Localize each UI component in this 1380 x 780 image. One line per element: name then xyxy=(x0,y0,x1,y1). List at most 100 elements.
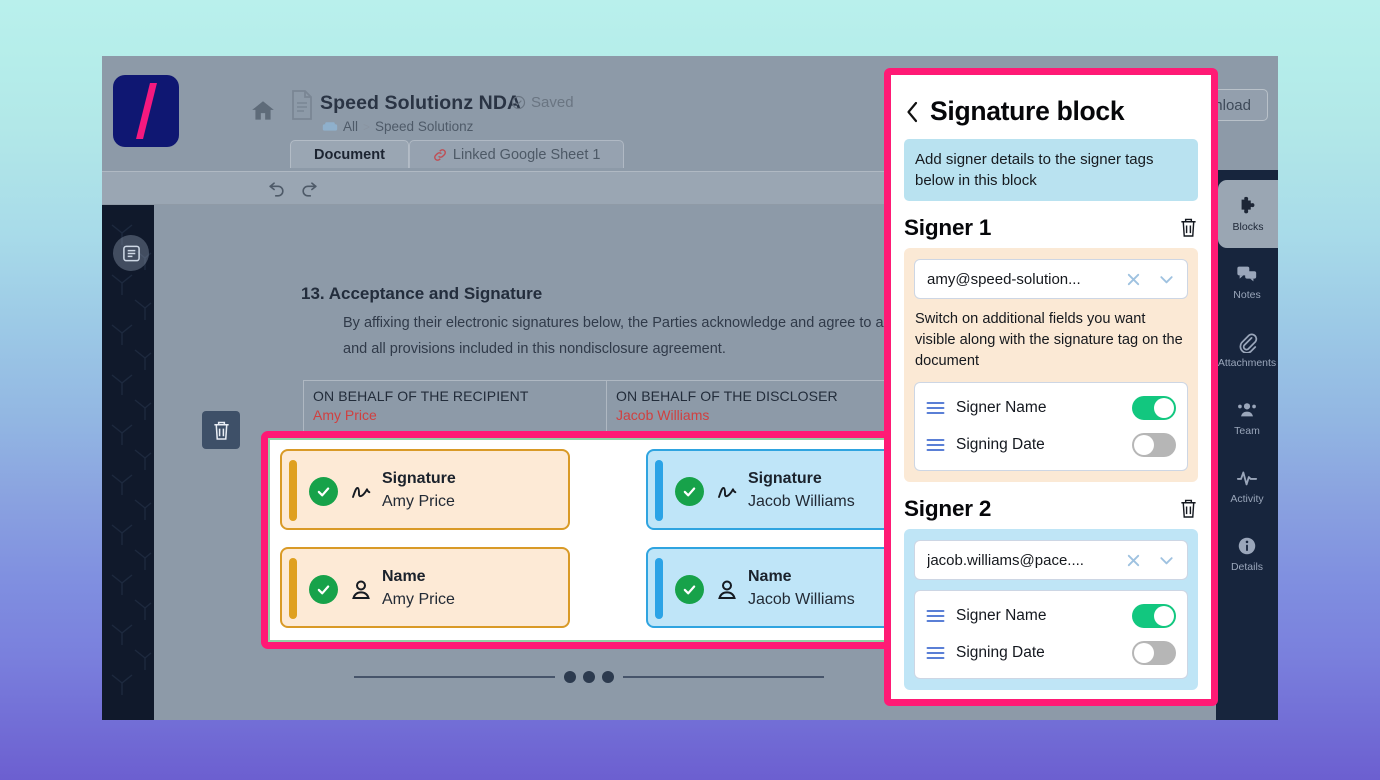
tag-accent-bar xyxy=(289,460,297,521)
outline-toggle-button[interactable] xyxy=(113,235,149,271)
tag-check-icon xyxy=(675,477,704,506)
tag-label: Signature xyxy=(382,470,456,487)
brand-logo[interactable] xyxy=(113,75,179,147)
behalf-name-recipient: Amy Price xyxy=(313,407,377,423)
tab-document[interactable]: Document xyxy=(290,140,409,168)
chevron-left-icon[interactable] xyxy=(904,100,921,124)
sidebar-item-blocks[interactable]: Blocks xyxy=(1218,180,1278,248)
signature-pen-icon xyxy=(714,479,740,505)
breadcrumb: All > Speed Solutionz xyxy=(322,119,473,134)
sidebar-item-notes[interactable]: Notes xyxy=(1216,248,1278,316)
section-paragraph: By affixing their electronic signatures … xyxy=(343,315,899,357)
page-break-dot xyxy=(602,671,614,683)
rail-pattern-decoration xyxy=(111,224,152,695)
breadcrumb-root[interactable]: All xyxy=(343,119,358,134)
delete-block-button[interactable] xyxy=(202,411,240,449)
tag-accent-bar xyxy=(655,460,663,521)
document-file-icon xyxy=(290,90,314,124)
sidebar-label-activity: Activity xyxy=(1230,493,1264,505)
panel-header: Signature block xyxy=(904,96,1198,127)
sidebar-label-blocks: Blocks xyxy=(1232,221,1264,233)
sidebar-item-attachments[interactable]: Attachments xyxy=(1216,316,1278,384)
tag-text-group: Name Amy Price xyxy=(382,566,455,612)
sidebar-label-notes: Notes xyxy=(1233,289,1261,301)
signer-2-signing-date-switch[interactable] xyxy=(1132,640,1176,665)
signer-1-email-value: amy@speed-solution... xyxy=(927,270,1081,288)
tag-value: Jacob Williams xyxy=(748,591,855,608)
switch-knob xyxy=(1134,642,1154,663)
link-icon xyxy=(433,148,447,162)
signer-2-email-select[interactable]: jacob.williams@pace.... xyxy=(914,540,1188,580)
behalf-label-discloser: ON BEHALF OF THE DISCLOSER xyxy=(616,388,838,404)
panel-hint: Add signer details to the signer tags be… xyxy=(904,139,1198,201)
undo-icon[interactable] xyxy=(267,180,286,199)
tab-linked-google-sheet-label: Linked Google Sheet 1 xyxy=(452,146,601,163)
signer-1-body: amy@speed-solution... Switch on addition… xyxy=(904,248,1198,482)
saved-check-icon xyxy=(511,95,526,110)
home-icon[interactable] xyxy=(250,98,276,120)
signature-block-highlight: Signature Amy Price Name Amy Price Signa… xyxy=(261,431,953,649)
signer-1-toggle-signer-name[interactable]: Signer Name xyxy=(926,389,1176,426)
drag-handle-icon[interactable] xyxy=(926,609,945,623)
signer-1-toggle-signing-date[interactable]: Signing Date xyxy=(926,426,1176,463)
drag-handle-icon[interactable] xyxy=(926,646,945,660)
chevron-down-icon[interactable] xyxy=(1158,552,1175,569)
breadcrumb-separator: > xyxy=(363,119,371,134)
saved-status: Saved xyxy=(511,94,574,111)
signature-tag-card[interactable]: Name Amy Price xyxy=(280,547,570,628)
clear-icon[interactable] xyxy=(1125,271,1142,288)
left-navigation-rail xyxy=(102,205,154,720)
chevron-down-icon[interactable] xyxy=(1158,271,1175,288)
page-break-line-right xyxy=(623,676,824,678)
signer-2-title: Signer 2 xyxy=(904,496,992,521)
signer-2-field-toggles: Signer Name Signing Date xyxy=(914,590,1188,679)
signer-1-signing-date-switch[interactable] xyxy=(1132,432,1176,457)
signer-2-body: jacob.williams@pace.... Signer Name Sign… xyxy=(904,529,1198,690)
tag-accent-bar xyxy=(655,558,663,619)
delete-signer-2-button[interactable] xyxy=(1179,498,1198,520)
paperclip-icon xyxy=(1236,331,1258,354)
signer-2-signer-name-switch[interactable] xyxy=(1132,603,1176,628)
clear-icon[interactable] xyxy=(1125,552,1142,569)
signer-2-toggle-signer-name[interactable]: Signer Name xyxy=(926,597,1176,634)
logo-slash-icon xyxy=(136,83,157,139)
trash-icon xyxy=(213,421,229,440)
page-break-line-left xyxy=(354,676,555,678)
signer-1-toggle-label: Signing Date xyxy=(956,435,1045,453)
person-icon xyxy=(714,577,740,603)
signature-block-panel: Signature block Add signer details to th… xyxy=(884,68,1218,706)
tag-label: Signature xyxy=(748,470,822,487)
signer-2-toggle-label: Signer Name xyxy=(956,606,1047,624)
signer-1-signer-name-switch[interactable] xyxy=(1132,395,1176,420)
sidebar-item-team[interactable]: Team xyxy=(1216,384,1278,452)
drive-icon xyxy=(322,121,338,133)
sidebar-item-details[interactable]: Details xyxy=(1216,520,1278,588)
signature-tag-card[interactable]: Signature Amy Price xyxy=(280,449,570,530)
breadcrumb-current[interactable]: Speed Solutionz xyxy=(375,119,473,134)
signer-1-toggle-label: Signer Name xyxy=(956,398,1047,416)
tab-linked-google-sheet[interactable]: Linked Google Sheet 1 xyxy=(408,140,625,168)
behalf-table: ON BEHALF OF THE RECIPIENT Amy Price ON … xyxy=(303,380,910,434)
page-break-dot xyxy=(564,671,576,683)
tab-document-label: Document xyxy=(314,146,385,163)
chat-icon xyxy=(1236,263,1258,285)
signer-1-email-select[interactable]: amy@speed-solution... xyxy=(914,259,1188,299)
panel-content: Signature block Add signer details to th… xyxy=(891,75,1211,699)
person-icon xyxy=(348,577,374,603)
tag-check-icon xyxy=(675,575,704,604)
sidebar-item-activity[interactable]: Activity xyxy=(1216,452,1278,520)
signer-2-toggle-signing-date[interactable]: Signing Date xyxy=(926,634,1176,671)
delete-signer-1-button[interactable] xyxy=(1179,217,1198,239)
page-break-dots xyxy=(555,671,623,683)
drag-handle-icon[interactable] xyxy=(926,438,945,452)
drag-handle-icon[interactable] xyxy=(926,401,945,415)
switch-knob xyxy=(1154,605,1174,626)
signer-2-email-value: jacob.williams@pace.... xyxy=(927,551,1084,569)
tab-bar: Document Linked Google Sheet 1 xyxy=(290,140,625,168)
tag-label: Name xyxy=(748,568,792,585)
signer-1-title: Signer 1 xyxy=(904,215,992,240)
redo-icon[interactable] xyxy=(300,180,319,199)
signature-tag-grid: Signature Amy Price Name Amy Price Signa… xyxy=(268,438,946,642)
tag-value: Jacob Williams xyxy=(748,493,855,510)
tag-text-group: Signature Amy Price xyxy=(382,468,456,514)
